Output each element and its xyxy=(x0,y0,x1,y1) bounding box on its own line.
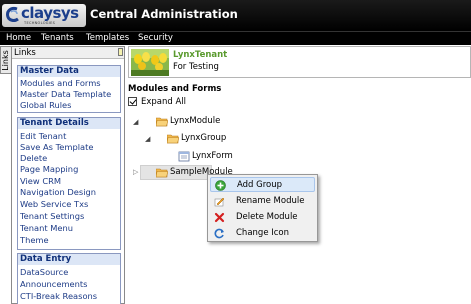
menu-item-label: Rename Module xyxy=(236,196,305,206)
expand-all-label: Expand All xyxy=(141,97,187,107)
group-title-data-entry: Data Entry xyxy=(18,254,120,265)
menu-item-change-icon[interactable]: Change Icon xyxy=(210,226,315,241)
menu-item-rename-module[interactable]: Rename Module xyxy=(210,194,315,209)
link-datasource[interactable]: DataSource xyxy=(20,267,68,277)
link-navigation-design[interactable]: Navigation Design xyxy=(20,187,96,197)
folder-icon xyxy=(156,168,168,178)
collapse-arrow-icon[interactable]: ◢ xyxy=(133,118,138,126)
logo-subtext: TECHNOLOGIES xyxy=(24,21,56,25)
links-tab-label: Links xyxy=(0,50,10,71)
modules-section-title: Modules and Forms xyxy=(128,84,222,94)
group-tenant-details: Tenant Details Edit Tenant Save As Templ… xyxy=(17,117,121,250)
link-tenant-settings[interactable]: Tenant Settings xyxy=(20,211,84,221)
link-global-rules[interactable]: Global Rules xyxy=(20,100,72,110)
link-modules-and-forms[interactable]: Modules and Forms xyxy=(20,78,101,88)
tree-node-lynxform[interactable]: LynxForm xyxy=(192,151,233,161)
link-tenant-menu[interactable]: Tenant Menu xyxy=(20,223,73,233)
folder-icon xyxy=(156,117,168,127)
form-icon xyxy=(178,151,190,162)
main-menu-bar: Home Tenants Templates Security xyxy=(0,31,471,45)
app-title: Central Administration xyxy=(90,7,238,21)
collapse-arrow-icon[interactable]: ◢ xyxy=(145,135,150,143)
links-vertical-tab[interactable]: Links xyxy=(0,46,11,74)
menu-templates[interactable]: Templates xyxy=(86,33,129,43)
link-delete[interactable]: Delete xyxy=(20,153,47,163)
logo-text: claysys xyxy=(21,4,79,22)
logo-swirl-icon xyxy=(6,7,19,22)
tenant-description: For Testing xyxy=(173,62,219,72)
refresh-icon xyxy=(214,228,224,239)
app-header: claysys TECHNOLOGIES Central Administrat… xyxy=(0,0,471,31)
tenant-card: LynxTenant For Testing xyxy=(128,46,471,78)
menu-item-label: Change Icon xyxy=(236,228,290,238)
app-window: claysys TECHNOLOGIES Central Administrat… xyxy=(0,0,471,304)
group-data-entry: Data Entry DataSource Announcements CTI-… xyxy=(17,253,121,304)
tenant-name[interactable]: LynxTenant xyxy=(173,50,227,60)
folder-icon xyxy=(167,134,179,144)
link-edit-tenant[interactable]: Edit Tenant xyxy=(20,131,66,141)
links-panel-header: Links xyxy=(12,47,124,59)
delete-x-icon xyxy=(214,212,225,223)
tree-node-lynxgroup[interactable]: LynxGroup xyxy=(181,133,226,143)
link-theme[interactable]: Theme xyxy=(20,235,49,245)
group-master-data: Master Data Modules and Forms Master Dat… xyxy=(17,65,121,113)
menu-tenants[interactable]: Tenants xyxy=(41,33,74,43)
pencil-icon xyxy=(214,197,225,207)
context-menu: Add Group Rename Module Delete Module Ch… xyxy=(207,174,318,242)
menu-item-label: Add Group xyxy=(237,180,283,190)
group-title-master-data: Master Data xyxy=(18,66,120,77)
link-view-crm[interactable]: View CRM xyxy=(20,176,61,186)
links-panel-title: Links xyxy=(14,48,36,58)
link-announcements[interactable]: Announcements xyxy=(20,279,87,289)
expand-arrow-icon[interactable]: ▷ xyxy=(133,168,138,176)
link-web-service-txs[interactable]: Web Service Txs xyxy=(20,199,88,209)
menu-home[interactable]: Home xyxy=(6,33,31,43)
menu-item-delete-module[interactable]: Delete Module xyxy=(210,210,315,225)
links-panel: Links Master Data Modules and Forms Mast… xyxy=(11,46,125,304)
tree-node-lynxmodule[interactable]: LynxModule xyxy=(170,116,220,126)
link-page-mapping[interactable]: Page Mapping xyxy=(20,164,78,174)
menu-item-add-group[interactable]: Add Group xyxy=(210,177,315,192)
link-cti-break-reasons[interactable]: CTI-Break Reasons xyxy=(20,291,97,301)
group-title-tenant-details: Tenant Details xyxy=(18,118,120,129)
menu-item-label: Delete Module xyxy=(236,212,298,222)
add-icon xyxy=(215,180,226,191)
link-master-data-template[interactable]: Master Data Template xyxy=(20,89,111,99)
menu-security[interactable]: Security xyxy=(138,33,173,43)
claysys-logo: claysys TECHNOLOGIES xyxy=(2,4,86,27)
tenant-tulip-image xyxy=(131,49,169,76)
pin-icon[interactable] xyxy=(118,48,123,56)
expand-all-checkbox[interactable] xyxy=(128,97,137,106)
link-save-as-template[interactable]: Save As Template xyxy=(20,142,94,152)
